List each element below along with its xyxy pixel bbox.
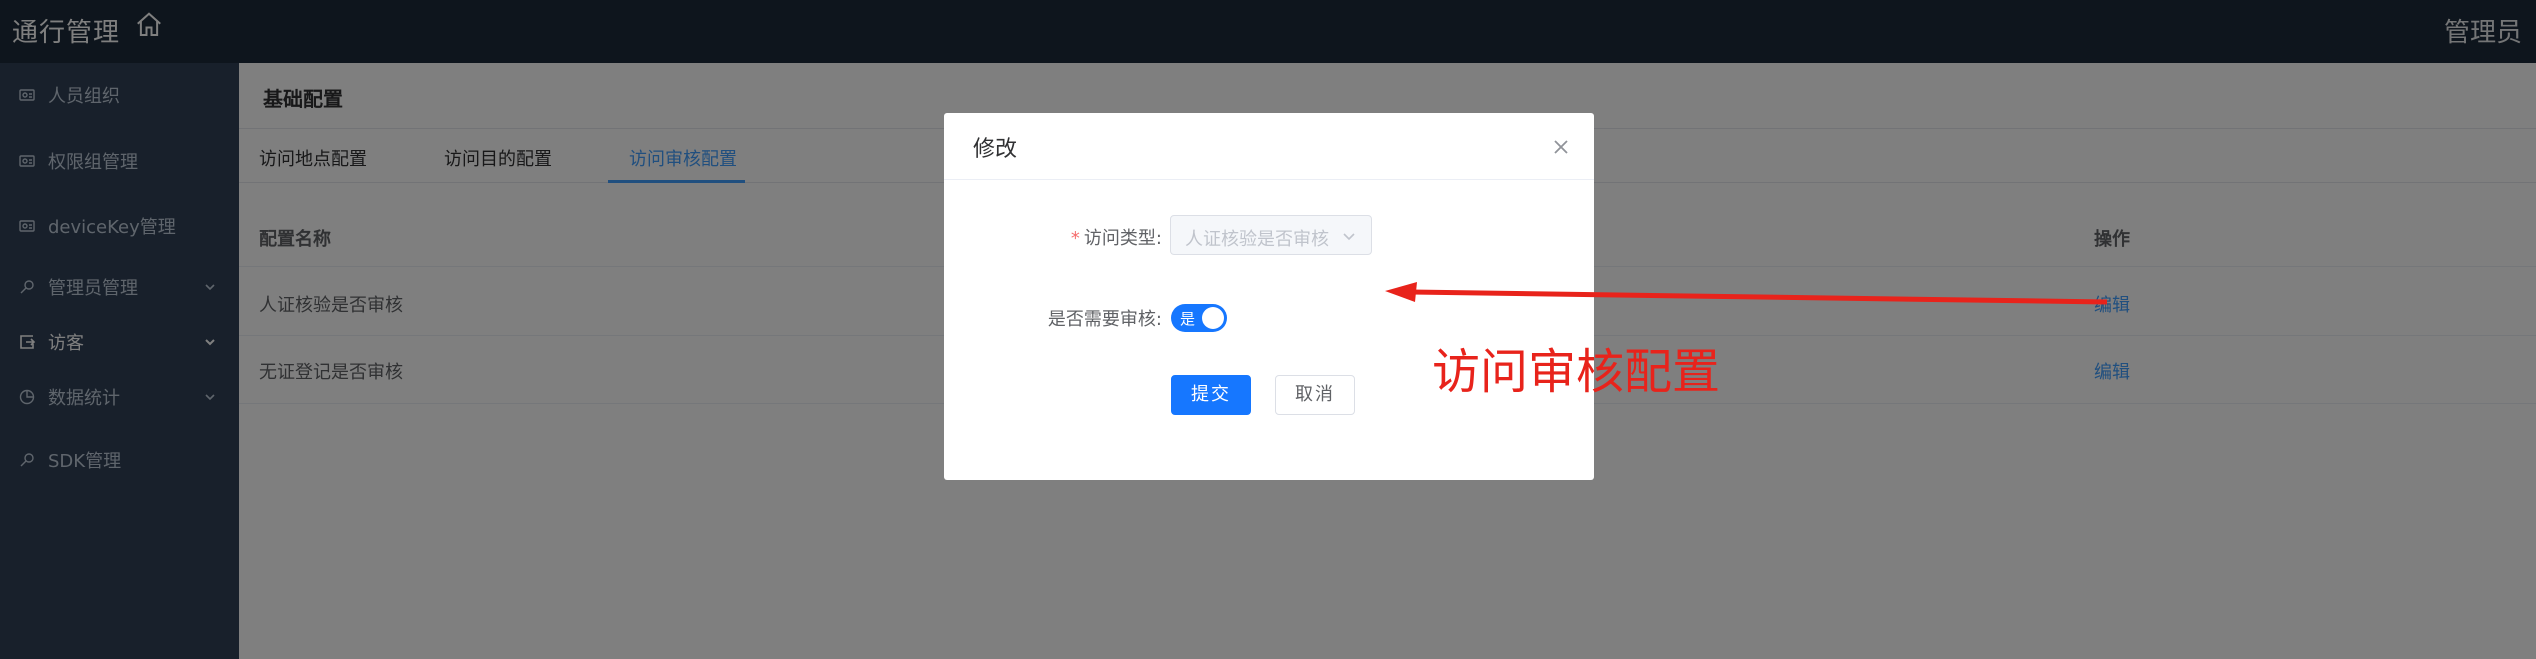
need-review-label: 是否需要审核:: [1047, 309, 1162, 330]
cancel-button[interactable]: 取消: [1275, 375, 1355, 415]
need-review-switch[interactable]: 是: [1171, 304, 1227, 332]
visit-type-value: 人证核验是否审核: [1185, 229, 1329, 250]
switch-knob: [1202, 307, 1224, 329]
visit-type-label: * 访问类型:: [1071, 224, 1162, 250]
visit-type-select[interactable]: 人证核验是否审核: [1170, 215, 1372, 255]
required-star: *: [1070, 228, 1080, 249]
visit-type-label-text: 访问类型:: [1083, 228, 1162, 249]
divider: [944, 179, 1594, 180]
chevron-down-icon: [1343, 233, 1355, 241]
close-icon[interactable]: [1549, 135, 1573, 159]
annotation-text: 访问审核配置: [1432, 344, 1721, 400]
dialog-title: 修改: [973, 137, 1018, 162]
submit-button[interactable]: 提交: [1171, 375, 1251, 415]
switch-text: 是: [1180, 310, 1196, 328]
annotation-arrow: [1385, 282, 2108, 305]
